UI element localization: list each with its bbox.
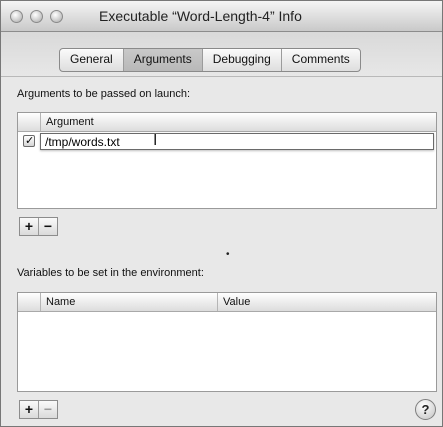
- arguments-table-header: Argument: [18, 113, 436, 132]
- mouse-cursor-icon: •: [226, 249, 230, 260]
- zoom-window-button[interactable]: [50, 10, 63, 23]
- close-window-button[interactable]: [10, 10, 23, 23]
- tab-general[interactable]: General: [60, 49, 124, 71]
- minimize-window-button[interactable]: [30, 10, 43, 23]
- argument-value: /tmp/words.txt: [45, 135, 120, 149]
- environment-button-group: + −: [19, 400, 58, 419]
- table-row[interactable]: ✓ /tmp/words.txt I: [18, 132, 436, 151]
- add-variable-button[interactable]: +: [20, 401, 39, 418]
- arguments-section-label: Arguments to be passed on launch:: [17, 88, 191, 100]
- info-window: Executable “Word-Length-4” Info General …: [0, 0, 443, 427]
- argument-edit-field[interactable]: /tmp/words.txt I: [40, 132, 434, 150]
- remove-argument-button[interactable]: −: [39, 218, 57, 235]
- tab-arguments[interactable]: Arguments: [123, 49, 203, 71]
- add-argument-button[interactable]: +: [20, 218, 39, 235]
- help-button[interactable]: ?: [415, 399, 436, 420]
- checkbox-column-header[interactable]: [18, 293, 40, 311]
- tab-comments[interactable]: Comments: [282, 49, 360, 71]
- title-bar[interactable]: Executable “Word-Length-4” Info: [1, 1, 442, 32]
- tab-debugging[interactable]: Debugging: [203, 49, 282, 71]
- text-cursor-icon: I: [153, 132, 158, 149]
- arguments-table[interactable]: Argument ✓ /tmp/words.txt I: [17, 112, 437, 209]
- argument-enabled-checkbox[interactable]: ✓: [23, 135, 35, 147]
- name-column-header[interactable]: Name: [40, 293, 217, 311]
- checkbox-column-header[interactable]: [18, 113, 40, 131]
- tab-bar: General Arguments Debugging Comments: [59, 48, 361, 72]
- environment-table[interactable]: Name Value: [17, 292, 437, 392]
- arguments-button-group: + −: [19, 217, 58, 236]
- value-column-header[interactable]: Value: [217, 293, 436, 311]
- argument-column-header[interactable]: Argument: [40, 113, 436, 131]
- window-title: Executable “Word-Length-4” Info: [99, 8, 302, 24]
- env-section-label: Variables to be set in the environment:: [17, 267, 204, 279]
- checkmark-icon: ✓: [25, 135, 35, 147]
- remove-variable-button[interactable]: −: [39, 401, 57, 418]
- environment-table-header: Name Value: [18, 293, 436, 312]
